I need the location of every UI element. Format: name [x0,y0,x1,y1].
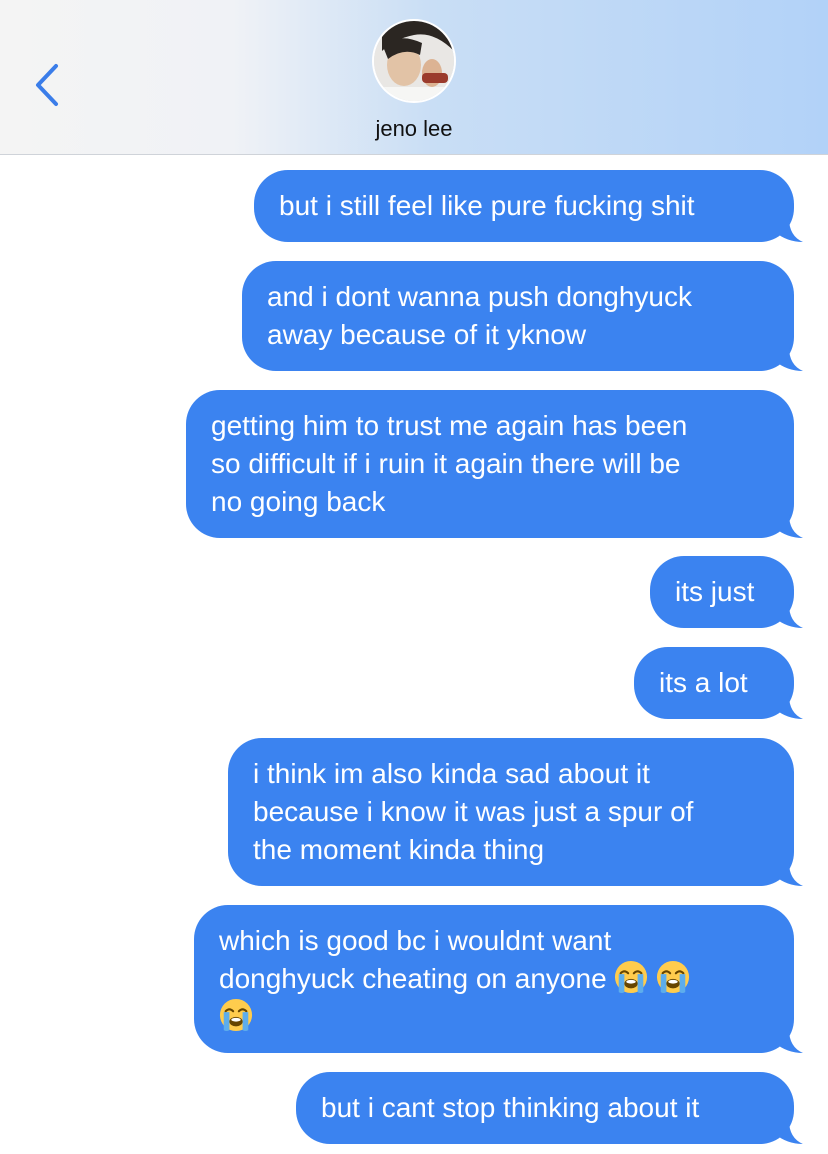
sent-message-bubble[interactable]: getting him to trust me again has been s… [186,390,794,538]
sent-message-bubble[interactable]: its just [650,556,794,628]
sent-message-bubble[interactable]: i think im also kinda sad about it becau… [228,738,794,886]
bubble-tail [775,514,803,538]
loudly-crying-face-icon [614,960,648,994]
bubble-tail [775,347,803,371]
sent-message-bubble[interactable]: which is good bc i wouldnt want donghyuc… [194,905,794,1053]
message-list: but i still feel like pure fucking shit … [0,0,828,1154]
loudly-crying-face-icon [656,960,690,994]
bubble-tail [775,862,803,886]
message-text: its a lot [659,667,748,698]
bubble-tail [775,695,803,719]
bubble-tail [775,218,803,242]
message-text: which is good bc i wouldnt want donghyuc… [219,922,690,1036]
message-text-line: which is good bc i wouldnt want [219,925,612,956]
message-text: but i cant stop thinking about it [321,1092,700,1123]
message-text-line: donghyuck cheating on anyone [219,963,607,994]
sent-message-bubble[interactable]: but i cant stop thinking about it [296,1072,794,1144]
message-text: but i still feel like pure fucking shit [279,190,695,221]
sent-message-bubble[interactable]: and i dont wanna push donghyuck away bec… [242,261,794,371]
sent-message-bubble[interactable]: its a lot [634,647,794,719]
message-text: getting him to trust me again has been s… [211,410,688,517]
bubble-tail [775,1120,803,1144]
bubble-tail [775,1029,803,1053]
bubble-tail [775,604,803,628]
message-text: i think im also kinda sad about it becau… [253,758,694,865]
message-text: and i dont wanna push donghyuck away bec… [267,281,692,350]
message-text: its just [675,576,755,607]
sent-message-bubble[interactable]: but i still feel like pure fucking shit [254,170,794,242]
loudly-crying-face-icon [219,998,253,1032]
